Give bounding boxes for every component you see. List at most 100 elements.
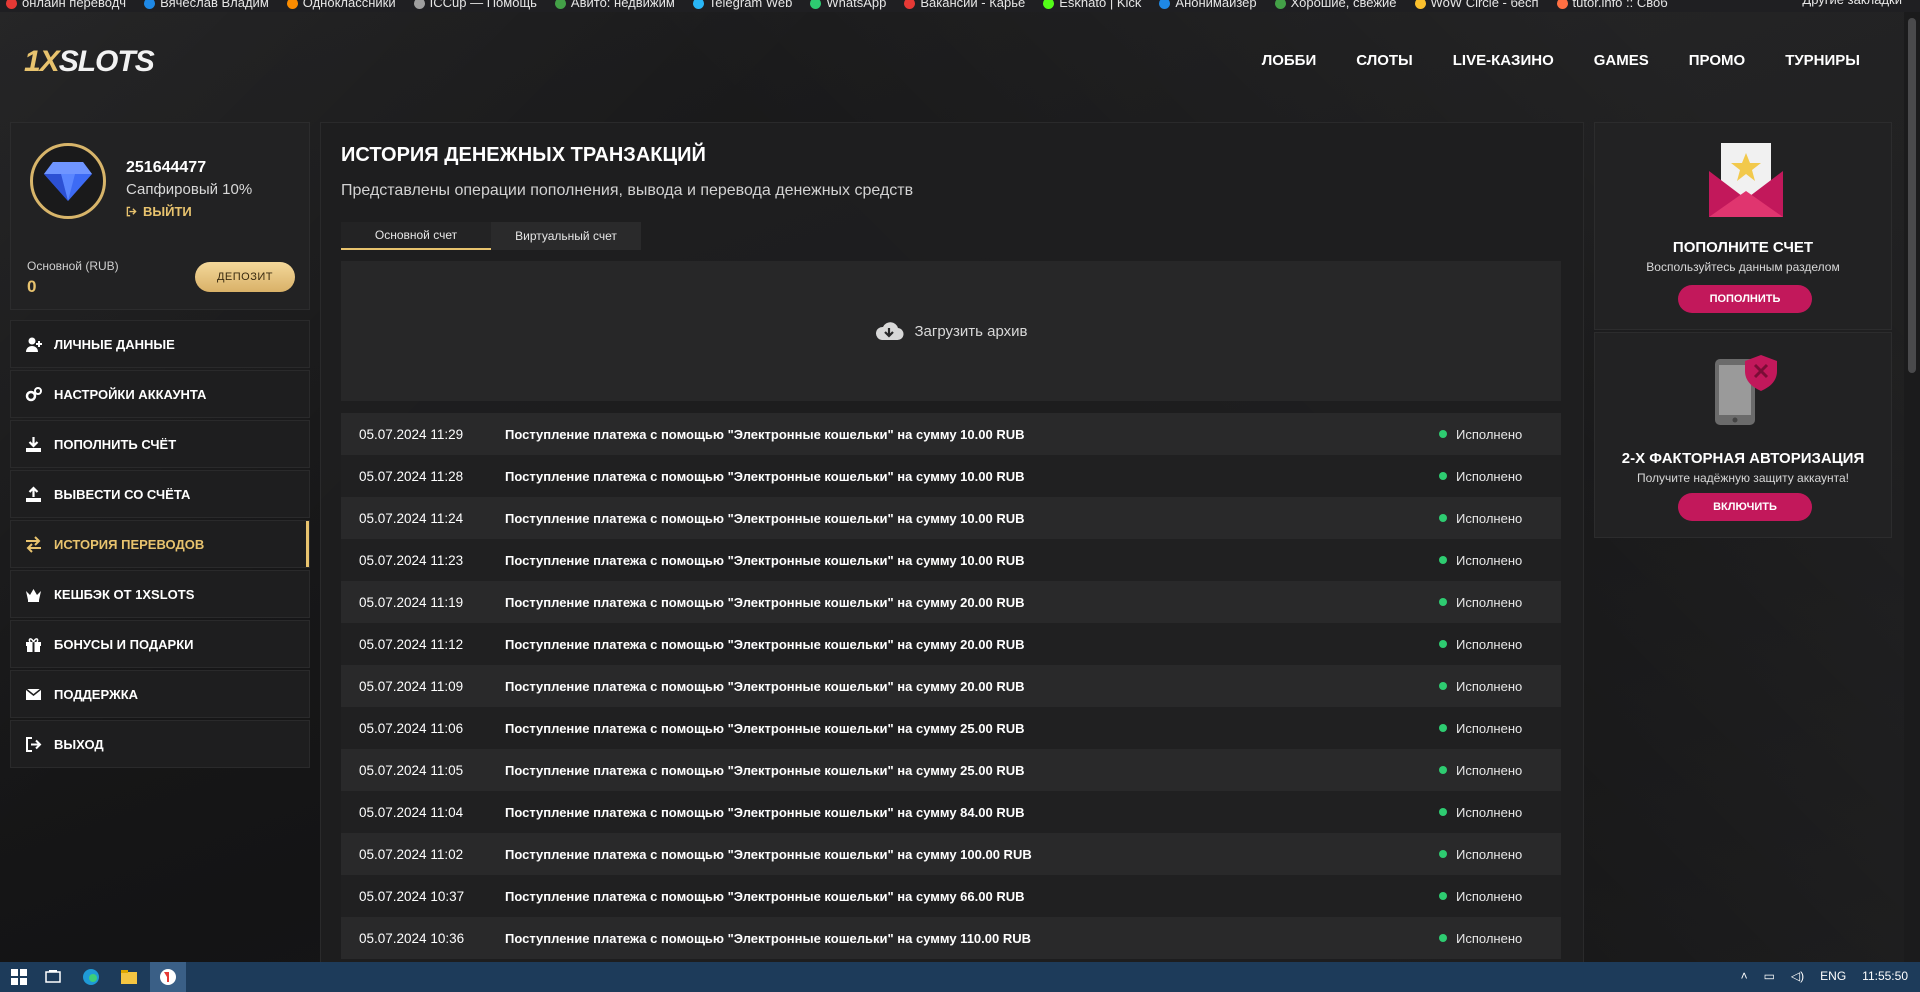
edge-icon[interactable] <box>82 968 100 986</box>
status-label: Исполнено <box>1456 720 1523 736</box>
transaction-description: Поступление платежа с помощью "Электронн… <box>505 426 1025 442</box>
bookmark-favicon-icon <box>692 0 704 9</box>
nav-slots[interactable]: СЛОТЫ <box>1356 52 1413 69</box>
bookmark-item[interactable]: Telegram Web <box>692 0 792 9</box>
menu-support[interactable]: ПОДДЕРЖКА <box>10 670 310 718</box>
bookmark-item[interactable]: tutor.info :: Своб <box>1556 0 1668 10</box>
account-balance: 0 <box>27 277 37 296</box>
tab-virtual-account[interactable]: Виртуальный счет <box>491 222 641 250</box>
table-row: 05.07.2024 11:02 Поступление платежа с по… <box>341 833 1561 875</box>
bookmark-item[interactable]: WoW Circle - бесп <box>1414 0 1539 9</box>
promo-deposit-button[interactable]: ПОПОЛНИТЬ <box>1678 285 1812 313</box>
envelope-icon <box>25 687 42 700</box>
transaction-status: Исполнено <box>1439 679 1561 694</box>
bookmark-item[interactable]: ICCup — Помощь <box>413 0 537 9</box>
menu-deposit[interactable]: ПОПОЛНИТЬ СЧЁТ <box>10 420 310 468</box>
nav-tournaments[interactable]: ТУРНИРЫ <box>1785 52 1860 69</box>
menu-bonuses[interactable]: БОНУСЫ И ПОДАРКИ <box>10 620 310 668</box>
transaction-date: 05.07.2024 11:02 <box>359 846 464 862</box>
menu-item-label: ЛИЧНЫЕ ДАННЫЕ <box>54 336 175 352</box>
bookmark-item[interactable]: Одноклассники <box>286 0 396 9</box>
bookmark-item[interactable]: WhatsApp <box>810 0 886 9</box>
avatar <box>30 143 106 219</box>
transaction-description: Поступление платежа с помощью "Электронн… <box>505 636 1025 652</box>
bookmark-label: Вакансии - Карье <box>920 0 1026 10</box>
logout-link[interactable]: ВЫЙТИ <box>126 204 192 219</box>
status-dot-icon <box>1439 850 1447 858</box>
upload-icon <box>26 485 41 502</box>
bookmark-item[interactable]: Анонимайзер <box>1159 0 1257 9</box>
transaction-date: 05.07.2024 11:12 <box>359 636 464 652</box>
transaction-description: Поступление платежа с помощью "Электронн… <box>505 510 1025 526</box>
language-indicator[interactable]: ENG <box>1820 969 1846 983</box>
bookmark-label: Хорошие, свежие <box>1290 0 1397 10</box>
transaction-date: 05.07.2024 11:19 <box>359 594 464 610</box>
bookmark-item[interactable]: Хорошие, свежие <box>1274 0 1397 10</box>
transaction-status: Исполнено <box>1439 847 1561 862</box>
tray-chevron-icon[interactable]: ˄ <box>1741 969 1748 983</box>
status-dot-icon <box>1439 556 1447 564</box>
menu-personal-data[interactable]: ЛИЧНЫЕ ДАННЫЕ <box>10 320 310 368</box>
site-logo[interactable]: 1XSLOTS <box>24 45 155 79</box>
status-label: Исполнено <box>1456 594 1523 610</box>
menu-withdraw[interactable]: ВЫВЕСТИ СО СЧЁТА <box>10 470 310 518</box>
nav-live-casino[interactable]: LIVE-КАЗИНО <box>1453 52 1554 69</box>
windows-start-icon[interactable] <box>10 968 28 986</box>
status-dot-icon <box>1439 472 1447 480</box>
tab-main-account[interactable]: Основной счет <box>341 222 491 250</box>
volume-icon[interactable]: ◁) <box>1791 969 1804 983</box>
clock[interactable]: 11:55:50 <box>1862 969 1908 983</box>
other-bookmarks[interactable]: Другие закладки <box>1802 0 1902 6</box>
bookmark-favicon-icon <box>1159 0 1171 9</box>
bookmark-item[interactable]: Eskhato | Kick <box>1043 0 1141 9</box>
transaction-description: Поступление платежа с помощью "Электронн… <box>505 678 1025 694</box>
nav-lobby[interactable]: ЛОББИ <box>1262 52 1317 69</box>
download-archive-button[interactable]: Загрузить архив <box>341 261 1561 401</box>
status-dot-icon <box>1439 430 1447 438</box>
bookmark-favicon-icon <box>904 0 916 9</box>
promo-2fa-button[interactable]: ВКЛЮЧИТЬ <box>1678 493 1812 521</box>
bookmark-favicon-icon <box>554 0 566 9</box>
network-icon[interactable]: ▭ <box>1764 969 1775 983</box>
table-row: 05.07.2024 11:09 Поступление платежа с по… <box>341 665 1561 707</box>
table-row: 05.07.2024 11:04 Поступление платежа с по… <box>341 791 1561 833</box>
menu-exit[interactable]: ВЫХОД <box>10 720 310 768</box>
transaction-status: Исполнено <box>1439 427 1561 442</box>
transaction-status: Исполнено <box>1439 553 1561 568</box>
table-row: 05.07.2024 11:29 Поступление платежа с по… <box>341 413 1561 455</box>
table-row: 05.07.2024 10:37 Поступление платежа с по… <box>341 875 1561 917</box>
transaction-description: Поступление платежа с помощью "Электронн… <box>505 804 1025 820</box>
nav-games[interactable]: GAMES <box>1594 52 1649 69</box>
menu-item-label: ИСТОРИЯ ПЕРЕВОДОВ <box>54 536 205 552</box>
bookmark-item[interactable]: Вакансии - Карье <box>904 0 1025 9</box>
status-dot-icon <box>1439 766 1447 774</box>
bookmark-item[interactable]: онлайн переводч <box>6 0 126 9</box>
table-row: 05.07.2024 11:06 Поступление платежа с по… <box>341 707 1561 749</box>
bookmark-item[interactable]: Авито: недвижим <box>554 0 675 10</box>
transaction-status: Исполнено <box>1439 805 1561 820</box>
status-dot-icon <box>1439 724 1447 732</box>
status-dot-icon <box>1439 682 1447 690</box>
bookmark-label: tutor.info :: Своб <box>1572 0 1668 10</box>
transaction-description: Поступление платежа с помощью "Электронн… <box>505 930 1032 946</box>
bookmark-label: Eskhato | Kick <box>1059 0 1142 10</box>
page-scrollbar[interactable] <box>1904 12 1920 962</box>
promo-2fa-card: 2-Х ФАКТОРНАЯ АВТОРИЗАЦИЯ Получите надёж… <box>1594 332 1892 538</box>
status-label: Исполнено <box>1456 552 1523 568</box>
bookmark-item[interactable]: Вячеслав Владим <box>144 0 269 9</box>
taskbar-browser-active[interactable] <box>150 962 186 992</box>
crown-icon <box>26 588 41 602</box>
transaction-status: Исполнено <box>1439 637 1561 652</box>
bookmark-label: Авито: недвижим <box>570 0 675 10</box>
task-view-icon[interactable] <box>44 968 62 986</box>
menu-cashback[interactable]: КЕШБЭК ОТ 1XSLOTS <box>10 570 310 618</box>
scrollbar-thumb[interactable] <box>1908 18 1916 373</box>
nav-promo[interactable]: ПРОМО <box>1689 52 1745 69</box>
file-explorer-icon[interactable] <box>120 968 138 986</box>
menu-account-settings[interactable]: НАСТРОЙКИ АККАУНТА <box>10 370 310 418</box>
transactions-panel: ИСТОРИЯ ДЕНЕЖНЫХ ТРАНЗАКЦИЙ Представлены… <box>320 122 1584 962</box>
menu-transfer-history[interactable]: ИСТОРИЯ ПЕРЕВОДОВ <box>10 520 310 568</box>
deposit-button[interactable]: ДЕПОЗИТ <box>195 262 295 292</box>
bookmark-favicon-icon <box>1556 0 1568 9</box>
table-row: 05.07.2024 11:24 Поступление платежа с по… <box>341 497 1561 539</box>
